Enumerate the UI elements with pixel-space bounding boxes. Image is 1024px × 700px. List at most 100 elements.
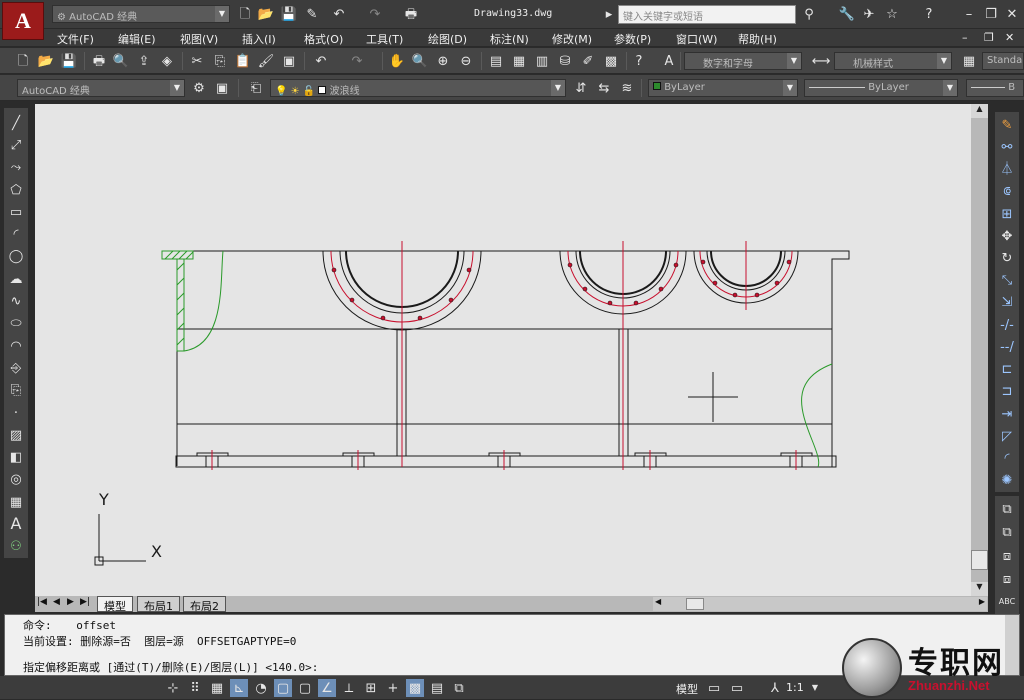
dyn-icon[interactable]: ⊞ bbox=[362, 679, 380, 697]
scale-icon[interactable]: ⤡ bbox=[998, 273, 1016, 289]
help-icon[interactable]: ? bbox=[630, 52, 648, 70]
search-input[interactable]: 键入关键字或短语 bbox=[618, 5, 796, 24]
menu-format[interactable]: 格式(O) bbox=[304, 31, 343, 47]
move-icon[interactable]: ✥ bbox=[998, 228, 1016, 244]
gradient-icon[interactable]: ◧ bbox=[7, 449, 25, 465]
offset-icon[interactable]: ⟃ bbox=[998, 184, 1016, 200]
extend-icon[interactable]: --/ bbox=[998, 339, 1016, 355]
pan-icon[interactable]: ✋ bbox=[388, 52, 406, 70]
text-to-front-icon[interactable]: ABC bbox=[998, 594, 1016, 611]
scroll-thumb[interactable] bbox=[971, 550, 988, 570]
bring-above-icon[interactable]: ⧈ bbox=[998, 547, 1016, 564]
menu-help[interactable]: 帮助(H) bbox=[738, 31, 777, 47]
menu-view[interactable]: 视图(V) bbox=[180, 31, 218, 47]
point-icon[interactable]: · bbox=[7, 405, 25, 421]
block-editor-icon[interactable]: ▣ bbox=[280, 52, 298, 70]
publish-icon[interactable]: ⇪ bbox=[135, 52, 153, 70]
make-current-layer-icon[interactable]: ⇵ bbox=[572, 79, 590, 97]
command-prompt[interactable]: 指定偏移距离或 [通过(T)/删除(E)/图层(L)] <140.0>: bbox=[23, 659, 318, 675]
redo-icon[interactable]: ↷ bbox=[348, 52, 366, 70]
calculator-icon[interactable]: ▩ bbox=[602, 52, 620, 70]
wrench-icon[interactable]: 🔧 bbox=[838, 5, 856, 23]
osnap-icon[interactable]: ▢ bbox=[274, 679, 292, 697]
scroll-down-icon[interactable]: ▼ bbox=[971, 582, 988, 596]
arc-icon[interactable]: ◜ bbox=[7, 226, 25, 242]
polyline-icon[interactable]: ⤳ bbox=[7, 160, 25, 176]
ortho-icon[interactable]: ⊾ bbox=[230, 679, 248, 697]
erase-icon[interactable]: ✎ bbox=[998, 117, 1016, 133]
scroll-right-icon[interactable]: ▶ bbox=[979, 597, 985, 606]
lineweight-select[interactable]: B bbox=[966, 79, 1024, 97]
stretch-icon[interactable]: ⇲ bbox=[998, 295, 1016, 311]
star-icon[interactable]: ☆ bbox=[883, 5, 901, 23]
transparency-icon[interactable]: ▩ bbox=[406, 679, 424, 697]
tab-first-icon[interactable]: |◀ bbox=[37, 597, 47, 607]
spline-icon[interactable]: ∿ bbox=[7, 293, 25, 309]
join-icon[interactable]: ⇥ bbox=[998, 406, 1016, 422]
table-style-icon[interactable]: ▦ bbox=[960, 52, 978, 70]
copy-icon[interactable]: ⎘ bbox=[211, 52, 229, 70]
rotate-icon[interactable]: ↻ bbox=[998, 250, 1016, 266]
polar-icon[interactable]: ◔ bbox=[252, 679, 270, 697]
tab-next-icon[interactable]: ▶ bbox=[67, 597, 74, 607]
close-icon[interactable]: ✕ bbox=[1003, 5, 1021, 23]
menu-draw[interactable]: 绘图(D) bbox=[428, 31, 467, 47]
quick-view-layouts-icon[interactable]: ▭ bbox=[705, 679, 723, 697]
menu-file[interactable]: 文件(F) bbox=[57, 31, 94, 47]
undo-icon[interactable]: ↶ bbox=[312, 52, 330, 70]
multiline-text-icon[interactable]: A bbox=[7, 516, 25, 532]
open-file-icon[interactable]: 📂 bbox=[257, 5, 275, 23]
app-menu-button[interactable]: A bbox=[2, 2, 44, 40]
menu-insert[interactable]: 插入(I) bbox=[242, 31, 276, 47]
region-icon[interactable]: ◎ bbox=[7, 472, 25, 488]
drawing-canvas[interactable]: Y X bbox=[35, 104, 971, 596]
zoom-realtime-icon[interactable]: 🔍 bbox=[411, 52, 429, 70]
copy-object-icon[interactable]: ⚯ bbox=[998, 139, 1016, 155]
menu-modify[interactable]: 修改(M) bbox=[552, 31, 592, 47]
layer-previous-icon[interactable]: ⇆ bbox=[595, 79, 613, 97]
3d-osnap-icon[interactable]: ▢ bbox=[296, 679, 314, 697]
match-properties-icon[interactable]: 🖌 bbox=[257, 52, 275, 70]
quick-view-drawings-icon[interactable]: ▭ bbox=[728, 679, 746, 697]
new-file-icon[interactable]: 🗋 bbox=[236, 5, 254, 23]
text-style-select[interactable]: 数字和字母 ▼ bbox=[684, 52, 802, 70]
grid-icon[interactable]: ▦ bbox=[208, 679, 226, 697]
dim-style-select[interactable]: 机械样式 ▼ bbox=[834, 52, 952, 70]
dim-style-icon[interactable]: ⟷ bbox=[812, 52, 831, 70]
save-icon[interactable]: 💾 bbox=[60, 52, 78, 70]
horizontal-scrollbar[interactable]: ◀ ▶ bbox=[653, 597, 987, 611]
quick-properties-icon[interactable]: ▤ bbox=[428, 679, 446, 697]
chevron-right-icon[interactable]: ▸ bbox=[600, 5, 618, 23]
snap-icon[interactable]: ⠿ bbox=[186, 679, 204, 697]
sheet-set-icon[interactable]: ⛁ bbox=[556, 52, 574, 70]
plot-icon[interactable]: 🖶 bbox=[402, 5, 420, 23]
array-icon[interactable]: ⊞ bbox=[998, 206, 1016, 222]
workspace-select[interactable]: AutoCAD 经典 ▼ bbox=[17, 79, 185, 97]
circle-icon[interactable]: ◯ bbox=[7, 249, 25, 265]
break-icon[interactable]: ⊐ bbox=[998, 384, 1016, 400]
paste-icon[interactable]: 📋 bbox=[234, 52, 252, 70]
bring-to-front-icon[interactable]: ⧉ bbox=[998, 501, 1016, 518]
plot-icon[interactable]: 🖶 bbox=[90, 52, 108, 70]
layer-state-icon[interactable]: ≋ bbox=[618, 79, 636, 97]
ducs-icon[interactable]: ⟂ bbox=[340, 679, 358, 697]
properties-icon[interactable]: ▤ bbox=[487, 52, 505, 70]
annotation-scale-value[interactable]: 1:1 bbox=[786, 681, 804, 694]
hatch-icon[interactable]: ▨ bbox=[7, 427, 25, 443]
3d-dwf-icon[interactable]: ◈ bbox=[158, 52, 176, 70]
table-style-select[interactable]: Standa bbox=[982, 52, 1024, 70]
line-icon[interactable]: ╱ bbox=[7, 115, 25, 131]
workspace-save-icon[interactable]: ▣ bbox=[213, 79, 231, 97]
doc-close-icon[interactable]: ✕ bbox=[1005, 31, 1014, 44]
scroll-left-icon[interactable]: ◀ bbox=[655, 597, 661, 606]
color-select[interactable]: ByLayer ▼ bbox=[648, 79, 798, 97]
help-icon[interactable]: ? bbox=[920, 5, 938, 23]
chevron-down-icon[interactable]: ▼ bbox=[806, 679, 824, 697]
doc-restore-icon[interactable]: ❐ bbox=[984, 31, 994, 44]
layer-manager-icon[interactable]: ⎗ bbox=[247, 79, 265, 97]
tab-last-icon[interactable]: ▶| bbox=[80, 597, 90, 607]
tab-model[interactable]: 模型 bbox=[97, 596, 133, 613]
make-block-icon[interactable]: ⎘ bbox=[7, 383, 25, 399]
workspace-settings-icon[interactable]: ⚙ bbox=[190, 79, 208, 97]
lineweight-toggle-icon[interactable]: + bbox=[384, 679, 402, 697]
